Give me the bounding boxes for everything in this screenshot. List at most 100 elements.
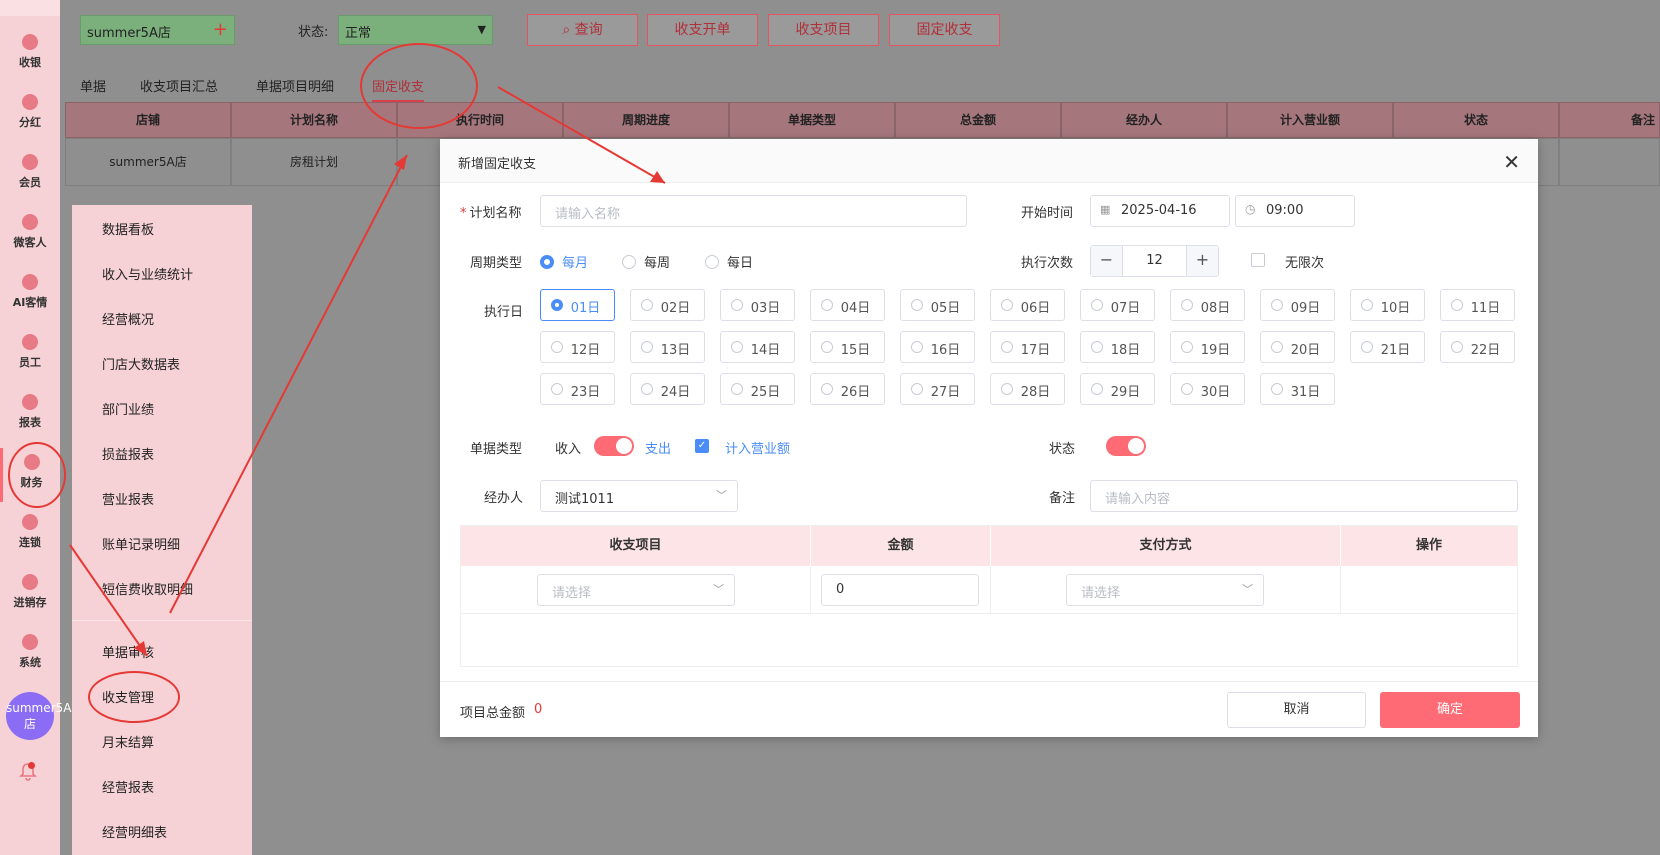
cycle-daily-radio[interactable]: 每日 — [705, 252, 753, 271]
submenu-item[interactable]: 账单记录明细 — [102, 534, 180, 553]
nav-member[interactable]: 会员 — [0, 148, 60, 202]
decrement-button[interactable]: − — [1091, 246, 1123, 276]
exec-day-option[interactable]: 16日 — [900, 331, 975, 363]
exec-day-option[interactable]: 05日 — [900, 289, 975, 321]
cashier-icon — [22, 34, 38, 50]
close-icon[interactable]: ✕ — [1503, 150, 1520, 174]
exec-day-option[interactable]: 07日 — [1080, 289, 1155, 321]
exec-day-option[interactable]: 03日 — [720, 289, 795, 321]
submenu-item[interactable]: 营业报表 — [102, 489, 154, 508]
start-date-picker[interactable]: 2025-04-16 — [1090, 195, 1230, 227]
exec-day-option[interactable]: 09日 — [1260, 289, 1335, 321]
cancel-button[interactable]: 取消 — [1227, 692, 1366, 728]
exec-day-option[interactable]: 04日 — [810, 289, 885, 321]
submenu-item[interactable]: 月末结算 — [102, 732, 154, 751]
exec-day-option[interactable]: 27日 — [900, 373, 975, 405]
nav-finance[interactable]: 财务 — [0, 448, 60, 502]
exec-day-option[interactable]: 11日 — [1440, 289, 1515, 321]
nav-cashier[interactable]: 收银 — [0, 28, 60, 82]
remark-input[interactable]: 请输入内容 — [1090, 480, 1518, 512]
radio-dot — [1271, 299, 1283, 311]
exec-day-option[interactable]: 17日 — [990, 331, 1065, 363]
tab-items-summary[interactable]: 收支项目汇总 — [140, 76, 218, 95]
exec-day-option[interactable]: 14日 — [720, 331, 795, 363]
submenu-item[interactable]: 收入与业绩统计 — [102, 264, 193, 283]
exec-day-option[interactable]: 28日 — [990, 373, 1065, 405]
count-revenue-checkbox[interactable]: ✓ — [695, 439, 709, 453]
unlimited-checkbox[interactable] — [1251, 253, 1265, 267]
exec-day-option[interactable]: 12日 — [540, 331, 615, 363]
calendar-icon: ▦ — [1100, 203, 1111, 216]
exec-day-option[interactable]: 08日 — [1170, 289, 1245, 321]
exec-day-option[interactable]: 19日 — [1170, 331, 1245, 363]
status-toggle[interactable] — [1106, 436, 1146, 456]
exec-day-option[interactable]: 23日 — [540, 373, 615, 405]
nav-chain[interactable]: 连锁 — [0, 508, 60, 562]
exec-day-option[interactable]: 26日 — [810, 373, 885, 405]
add-store-icon[interactable]: + — [213, 19, 228, 40]
chevron-down-icon: ﹀ — [713, 583, 724, 596]
doc-type-toggle[interactable] — [594, 436, 634, 456]
submenu-item[interactable]: 部门业绩 — [102, 399, 154, 418]
exec-day-option[interactable]: 18日 — [1080, 331, 1155, 363]
cycle-weekly-radio[interactable]: 每周 — [622, 252, 670, 271]
tab-bills[interactable]: 单据 — [80, 76, 106, 95]
exec-day-option[interactable]: 31日 — [1260, 373, 1335, 405]
store-select[interactable]: summer5A店 + — [80, 15, 235, 45]
nav-ai-guest[interactable]: AI客情 — [0, 268, 60, 322]
submenu-item[interactable]: 数据看板 — [102, 219, 154, 238]
start-time-label: 开始时间 — [1021, 206, 1074, 221]
exec-day-option[interactable]: 30日 — [1170, 373, 1245, 405]
cycle-monthly-radio[interactable]: 每月 — [540, 252, 588, 271]
query-button-label: 查询 — [574, 22, 603, 38]
table-cell: 房租计划 — [231, 138, 397, 186]
nav-inventory[interactable]: 进销存 — [0, 568, 60, 622]
confirm-button[interactable]: 确定 — [1380, 692, 1520, 728]
nav-system[interactable]: 系统 — [0, 628, 60, 682]
submenu-item[interactable]: 经营明细表 — [102, 822, 167, 841]
exec-day-option[interactable]: 15日 — [810, 331, 885, 363]
tab-fixed-income-expense[interactable]: 固定收支 — [372, 76, 425, 102]
tab-bill-item-detail[interactable]: 单据项目明细 — [256, 76, 334, 95]
chevron-down-icon: ﹀ — [716, 489, 727, 502]
submenu-item[interactable]: 短信费收取明细 — [102, 579, 193, 598]
income-expense-items-button[interactable]: 收支项目 — [768, 14, 879, 46]
start-date-value: 2025-04-16 — [1121, 203, 1197, 218]
plan-name-input[interactable]: 请输入名称 — [540, 195, 967, 227]
exec-day-option[interactable]: 22日 — [1440, 331, 1515, 363]
fixed-income-expense-button[interactable]: 固定收支 — [889, 14, 1000, 46]
exec-day-option[interactable]: 13日 — [630, 331, 705, 363]
exec-day-option[interactable]: 06日 — [990, 289, 1065, 321]
amount-input[interactable]: 0 — [821, 574, 979, 606]
exec-day-option[interactable]: 02日 — [630, 289, 705, 321]
handler-select[interactable]: 测试1011 ﹀ — [540, 480, 738, 512]
exec-count-value[interactable]: 12 — [1123, 246, 1186, 276]
query-button[interactable]: ⌕ 查询 — [527, 14, 638, 46]
nav-dividend[interactable]: 分红 — [0, 88, 60, 142]
nav-report[interactable]: 报表 — [0, 388, 60, 442]
radio-dot — [821, 341, 833, 353]
submenu-item[interactable]: 损益报表 — [102, 444, 154, 463]
status-label: 状态 — [1049, 442, 1076, 457]
submenu-item[interactable]: 经营报表 — [102, 777, 154, 796]
exec-day-option[interactable]: 10日 — [1350, 289, 1425, 321]
submenu-item[interactable]: 经营概况 — [102, 309, 154, 328]
exec-day-option[interactable]: 21日 — [1350, 331, 1425, 363]
payment-method-select[interactable]: 请选择 ﹀ — [1066, 574, 1264, 606]
submenu-item[interactable]: 门店大数据表 — [102, 354, 180, 373]
submenu-item[interactable]: 单据审核 — [102, 642, 154, 661]
exec-day-option[interactable]: 29日 — [1080, 373, 1155, 405]
avatar[interactable]: summer5A店 — [6, 692, 71, 740]
item-select[interactable]: 请选择 ﹀ — [537, 574, 735, 606]
open-bill-button[interactable]: 收支开单 — [647, 14, 758, 46]
nav-micro-guest[interactable]: 微客人 — [0, 208, 60, 262]
submenu-item-income-expense-mgmt[interactable]: 收支管理 — [102, 687, 154, 706]
radio-dot — [1091, 383, 1103, 395]
nav-staff[interactable]: 员工 — [0, 328, 60, 382]
exec-day-option[interactable]: 25日 — [720, 373, 795, 405]
exec-day-option[interactable]: 20日 — [1260, 331, 1335, 363]
exec-day-option[interactable]: 24日 — [630, 373, 705, 405]
status-select[interactable]: 正常 ▼ — [338, 15, 493, 45]
exec-day-option[interactable]: 01日 — [540, 289, 615, 321]
increment-button[interactable]: + — [1186, 246, 1218, 276]
